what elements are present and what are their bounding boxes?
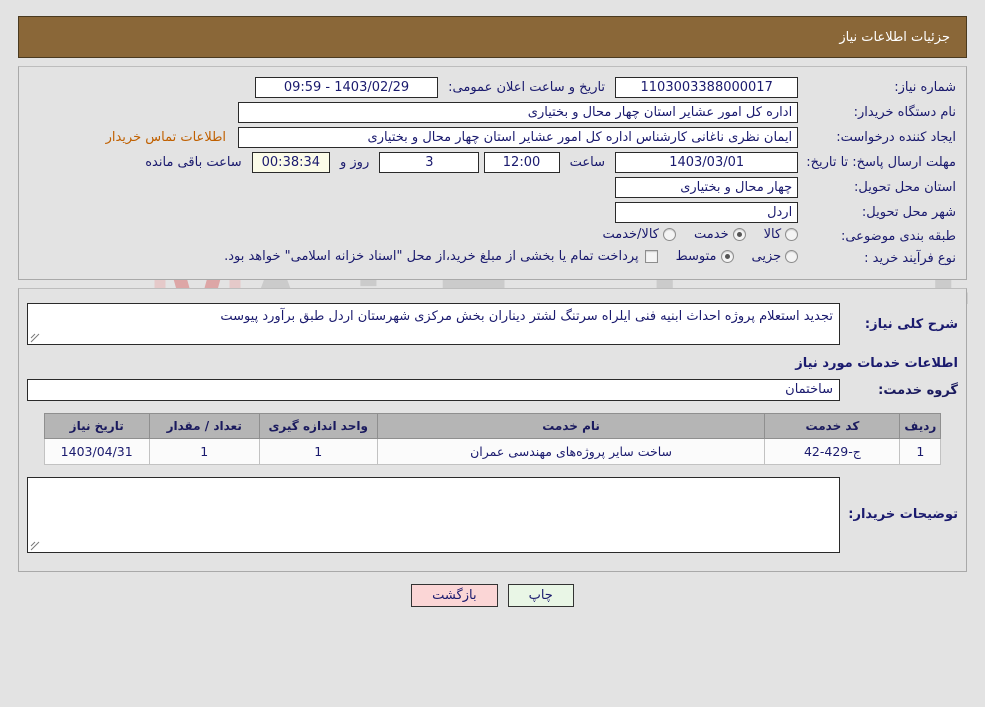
- table-header-row: ردیف کد خدمت نام خدمت واحد اندازه گیری ت…: [43, 413, 942, 439]
- radio-unselected-icon[interactable]: [785, 228, 799, 241]
- classification-option-kala-khedmat[interactable]: کالا/خدمت: [602, 227, 677, 242]
- need-details-panel: شرح کلی نیاز: تجدید استعلام پروژه احداث …: [18, 288, 967, 572]
- radio-unselected-icon[interactable]: [785, 250, 799, 263]
- col-header-service-name: نام خدمت: [376, 413, 766, 439]
- row-classification: طبقه بندی موضوعی: کالا خدمت کالا/خدمت: [25, 225, 960, 247]
- announce-datetime-label: تاریخ و ساعت اعلان عمومی:: [448, 80, 606, 95]
- purchase-type-radio-group[interactable]: جزیی متوسط پرداخت تمام یا بخشی از مبلغ خ…: [224, 249, 799, 264]
- back-button[interactable]: بازگشت: [411, 584, 498, 607]
- row-delivery-province: استان محل تحویل: چهار محال و بختیاری: [25, 175, 960, 200]
- row-buyer-org: نام دستگاه خریدار: اداره کل امور عشایر ا…: [25, 100, 960, 125]
- need-info-form: شماره نیاز: 1103003388000017 تاریخ و ساع…: [25, 75, 960, 269]
- purchase-type-option-jozii[interactable]: جزیی: [752, 249, 799, 264]
- buyer-org-label: نام دستگاه خریدار:: [853, 105, 956, 120]
- radio-selected-icon[interactable]: [720, 250, 734, 263]
- row-deadline: مهلت ارسال پاسخ: تا تاریخ: 1403/03/01 سا…: [25, 150, 960, 175]
- row-creator: ایجاد کننده درخواست: ایمان نظری ناغانی ک…: [25, 125, 960, 150]
- description-row: شرح کلی نیاز: تجدید استعلام پروژه احداث …: [25, 299, 960, 347]
- treasury-bonds-checkbox-item[interactable]: پرداخت تمام یا بخشی از مبلغ خرید،از محل …: [224, 249, 658, 264]
- buyer-notes-label: توضیحات خریدار:: [848, 507, 958, 522]
- resize-grip-icon[interactable]: [30, 541, 40, 551]
- classification-option-kala[interactable]: کالا: [764, 227, 799, 242]
- need-number-value: 1103003388000017: [615, 77, 799, 98]
- remaining-hours-label: ساعت باقی مانده: [145, 155, 242, 170]
- cell-radif: 1: [899, 438, 942, 465]
- service-group-value: ساختمان: [27, 379, 840, 401]
- col-header-need-date: تاریخ نیاز: [43, 413, 150, 439]
- service-group-label: گروه خدمت:: [878, 382, 958, 398]
- classification-radio-group[interactable]: کالا خدمت کالا/خدمت: [586, 227, 799, 242]
- row-purchase-type: نوع فرآیند خرید : جزیی متوسط پرداخت تمام…: [25, 247, 960, 269]
- radio-selected-icon[interactable]: [732, 228, 746, 241]
- classification-option-label: خدمت: [694, 227, 729, 242]
- remaining-days-value: 3: [379, 152, 480, 173]
- hour-label: ساعت: [569, 155, 606, 170]
- services-table: ردیف کد خدمت نام خدمت واحد اندازه گیری ت…: [43, 413, 942, 465]
- col-header-unit: واحد اندازه گیری: [258, 413, 378, 439]
- resize-grip-icon[interactable]: [30, 333, 40, 343]
- classification-option-label: کالا: [763, 227, 782, 242]
- footer-actions: چاپ بازگشت: [0, 584, 985, 607]
- need-info-panel: شماره نیاز: 1103003388000017 تاریخ و ساع…: [18, 66, 967, 280]
- delivery-city-label: شهر محل تحویل:: [861, 205, 956, 220]
- purchase-type-label: نوع فرآیند خرید :: [864, 250, 956, 266]
- announce-datetime-value: 1403/02/29 - 09:59: [255, 77, 439, 98]
- page-header: جزئیات اطلاعات نیاز: [18, 16, 967, 58]
- creator-value: ایمان نظری ناغانی کارشناس اداره کل امور …: [238, 127, 799, 148]
- purchase-type-option-label: جزیی: [751, 249, 782, 264]
- services-section-title: اطلاعات خدمات مورد نیاز: [795, 356, 958, 371]
- radio-unselected-icon[interactable]: [663, 228, 677, 241]
- table-row: 1 ج-429-42 ساخت سایر پروژه‌های مهندسی عم…: [43, 438, 942, 465]
- creator-label: ایجاد کننده درخواست:: [836, 130, 956, 145]
- buyer-notes-textarea[interactable]: [27, 477, 840, 553]
- days-label: روز و: [339, 155, 370, 170]
- delivery-province-label: استان محل تحویل:: [854, 180, 956, 195]
- buyer-contact-link[interactable]: اطلاعات تماس خریدار: [98, 130, 234, 145]
- need-number-label: شماره نیاز:: [894, 80, 956, 95]
- treasury-bonds-label: پرداخت تمام یا بخشی از مبلغ خرید،از محل …: [224, 249, 639, 264]
- classification-option-label: کالا/خدمت: [602, 227, 660, 242]
- buyer-notes-row: توضیحات خریدار:: [25, 475, 960, 557]
- cell-quantity: 1: [148, 438, 260, 465]
- service-group-row: گروه خدمت: ساختمان: [25, 377, 960, 409]
- cell-service-code: ج-429-42: [764, 438, 901, 465]
- description-label: شرح کلی نیاز:: [864, 317, 958, 332]
- deadline-date-value: 1403/03/01: [615, 152, 799, 173]
- deadline-time-value: 12:00: [483, 152, 560, 173]
- row-delivery-city: شهر محل تحویل: اردل: [25, 200, 960, 225]
- purchase-type-option-motavasset[interactable]: متوسط: [676, 249, 734, 264]
- col-header-service-code: کد خدمت: [764, 413, 901, 439]
- col-header-quantity: تعداد / مقدار: [148, 413, 260, 439]
- description-value: تجدید استعلام پروژه احداث ابنیه فنی ایلر…: [27, 303, 840, 345]
- purchase-type-option-label: متوسط: [675, 249, 717, 264]
- row-need-number: شماره نیاز: 1103003388000017 تاریخ و ساع…: [25, 75, 960, 100]
- page-title: جزئیات اطلاعات نیاز: [839, 29, 950, 45]
- col-header-radif: ردیف: [899, 413, 942, 439]
- cell-unit: 1: [258, 438, 378, 465]
- deadline-label: مهلت ارسال پاسخ: تا تاریخ:: [806, 155, 956, 170]
- classification-option-khedmat[interactable]: خدمت: [694, 227, 746, 242]
- delivery-province-value: چهار محال و بختیاری: [615, 177, 799, 198]
- countdown-timer: 00:38:34: [251, 152, 330, 173]
- print-button[interactable]: چاپ: [507, 584, 574, 607]
- cell-service-name: ساخت سایر پروژه‌های مهندسی عمران: [376, 438, 766, 465]
- delivery-city-value: اردل: [615, 202, 799, 223]
- cell-need-date: 1403/04/31: [43, 438, 150, 465]
- buyer-org-value: اداره کل امور عشایر استان چهار محال و بخ…: [238, 102, 799, 123]
- checkbox-unchecked-icon[interactable]: [644, 250, 658, 263]
- classification-label: طبقه بندی موضوعی:: [840, 228, 956, 244]
